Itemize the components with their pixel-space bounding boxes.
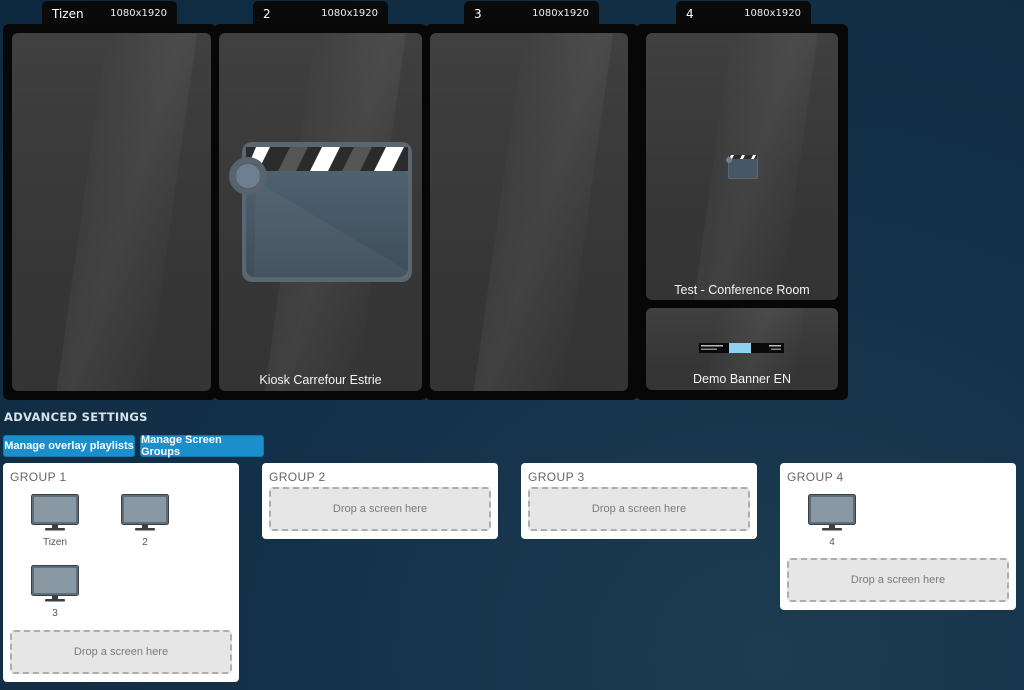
group-card-3: GROUP 3 Drop a screen here (521, 463, 757, 539)
screen-tab-4[interactable]: 4 1080x1920 (676, 1, 811, 26)
screen-panel-tizen[interactable] (12, 33, 211, 391)
group-screen-item[interactable]: 4 (802, 494, 862, 548)
screen-panel-3[interactable] (430, 33, 628, 391)
screen-panel-2[interactable]: Kiosk Carrefour Estrie (219, 33, 422, 391)
drop-screen-zone[interactable]: Drop a screen here (528, 487, 750, 531)
screen-name-label: 4 (829, 537, 835, 548)
screen-content-label: Demo Banner EN (693, 372, 791, 386)
screen-frame-2: Kiosk Carrefour Estrie (214, 24, 427, 400)
group-screen-item[interactable]: 2 (115, 494, 175, 548)
manage-screen-groups-button[interactable]: Manage Screen Groups (140, 434, 264, 458)
screen-frame-3 (425, 24, 638, 400)
screen-panel-4-bottom[interactable]: Demo Banner EN (646, 308, 838, 390)
screen-resolution: 1080x1920 (744, 8, 801, 19)
group-title: GROUP 2 (269, 470, 326, 484)
group-card-4: GROUP 4 4 Drop a screen here (780, 463, 1016, 610)
drop-screen-zone[interactable]: Drop a screen here (269, 487, 491, 531)
screen-name: 3 (474, 6, 482, 21)
group-title: GROUP 4 (787, 470, 844, 484)
screen-name: Tizen (52, 6, 84, 21)
monitor-icon (808, 494, 856, 531)
group-title: GROUP 3 (528, 470, 585, 484)
advanced-settings-title: ADVANCED SETTINGS (4, 410, 148, 424)
clapperboard-icon (726, 155, 758, 179)
screen-resolution: 1080x1920 (532, 8, 589, 19)
banner-thumbnail-icon (699, 343, 784, 353)
screen-resolution: 1080x1920 (321, 8, 378, 19)
screen-name-label: 2 (142, 537, 148, 548)
screen-tab-tizen[interactable]: Tizen 1080x1920 (42, 1, 177, 26)
screen-resolution: 1080x1920 (110, 8, 167, 19)
monitor-icon (121, 494, 169, 531)
monitor-icon (31, 494, 79, 531)
screen-frame-tizen (3, 24, 216, 400)
screen-frame-4: Test - Conference Room Demo Banner EN (636, 24, 848, 400)
screen-name: 4 (686, 6, 694, 21)
drop-screen-zone[interactable]: Drop a screen here (10, 630, 232, 674)
screen-name: 2 (263, 6, 271, 21)
manage-overlay-playlists-button[interactable]: Manage overlay playlists (3, 435, 135, 457)
screen-name-label: Tizen (42, 537, 68, 548)
drop-screen-zone[interactable]: Drop a screen here (787, 558, 1009, 602)
group-card-2: GROUP 2 Drop a screen here (262, 463, 498, 539)
screen-name-label: 3 (52, 608, 58, 619)
screen-tab-2[interactable]: 2 1080x1920 (253, 1, 388, 26)
group-screen-item[interactable]: 3 (25, 565, 85, 619)
monitor-icon (31, 565, 79, 602)
group-title: GROUP 1 (10, 470, 67, 484)
screen-content-label: Kiosk Carrefour Estrie (259, 373, 382, 387)
screen-panel-4-top[interactable]: Test - Conference Room (646, 33, 838, 300)
group-card-1: GROUP 1 Tizen 2 3 Drop a screen here (3, 463, 239, 682)
screen-content-label: Test - Conference Room (674, 283, 810, 297)
screen-tab-3[interactable]: 3 1080x1920 (464, 1, 599, 26)
clapperboard-icon (229, 142, 412, 282)
group-screen-item[interactable]: Tizen (25, 494, 85, 548)
